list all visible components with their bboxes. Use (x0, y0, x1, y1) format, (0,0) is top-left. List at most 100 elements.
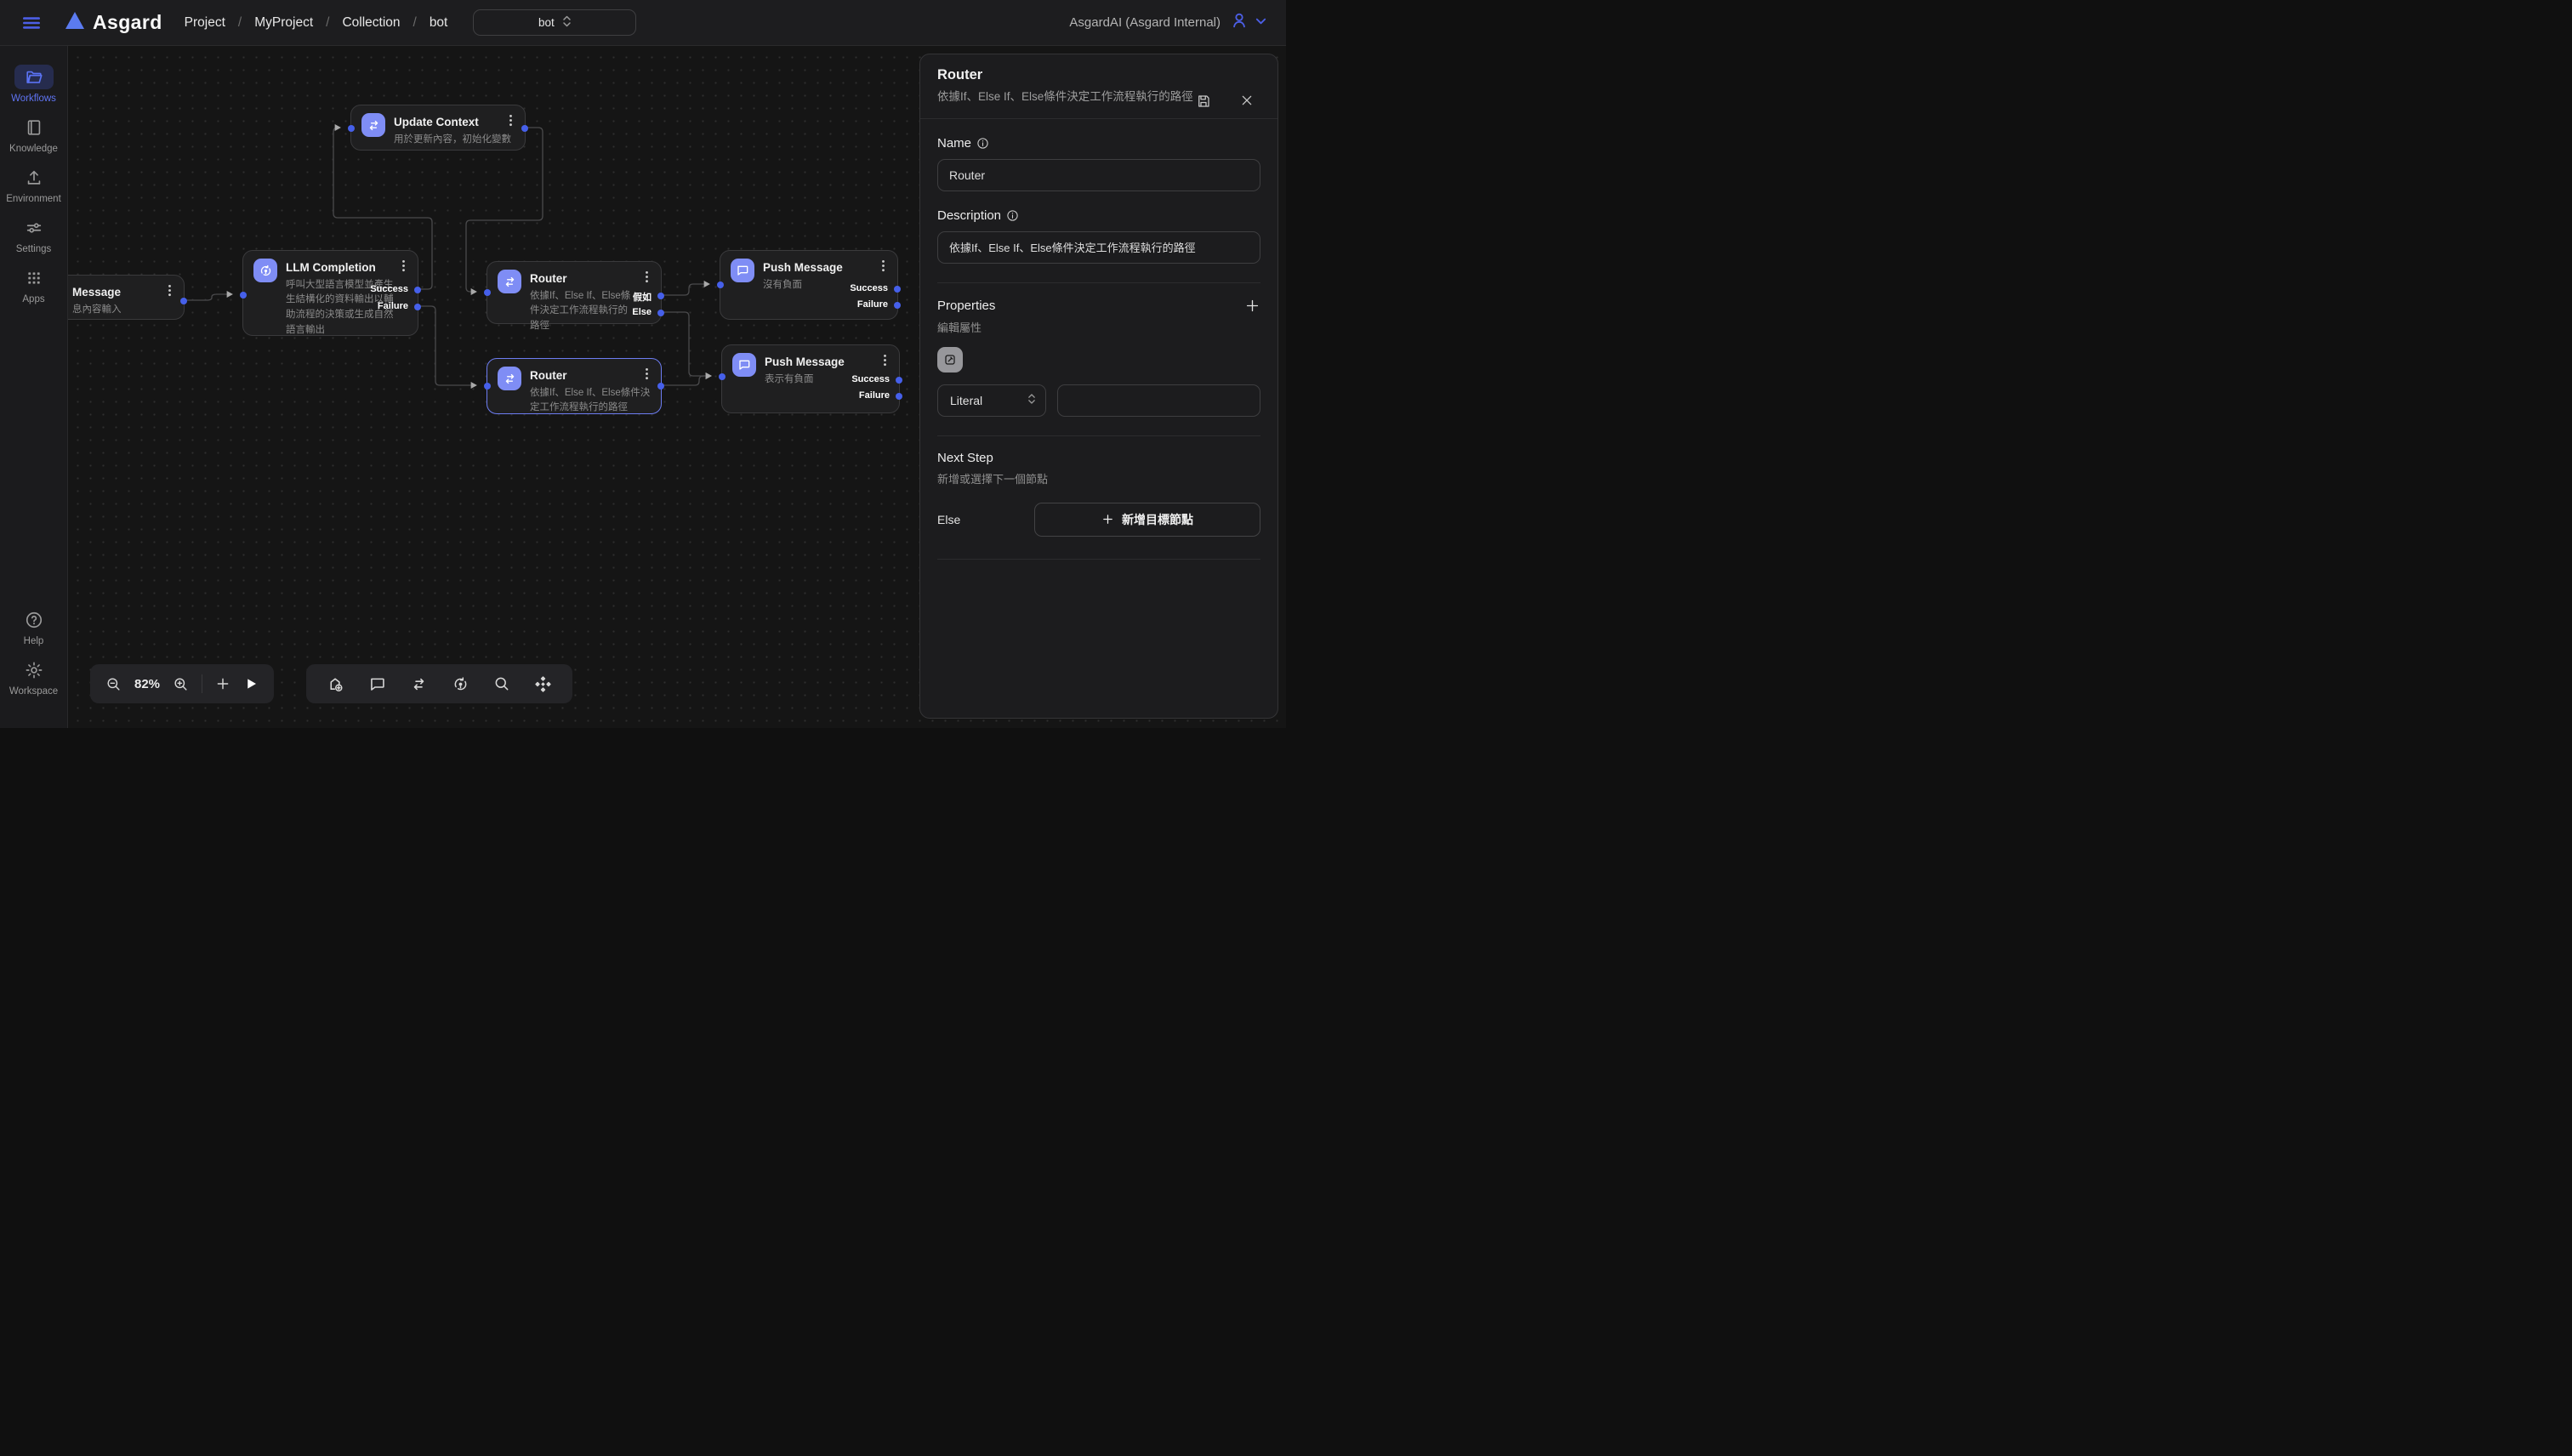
output-port-failure[interactable] (414, 304, 421, 310)
output-port-failure[interactable] (896, 393, 902, 400)
add-target-node-button[interactable]: 新增目標節點 (1034, 503, 1260, 537)
breadcrumb: Project / MyProject / Collection / bot (185, 15, 448, 31)
add-node-icon[interactable] (327, 675, 344, 693)
close-icon[interactable] (1240, 94, 1254, 111)
breadcrumb-bot[interactable]: bot (430, 15, 448, 31)
sidebar-item-label: Knowledge (9, 144, 58, 154)
brand[interactable]: Asgard (65, 11, 162, 34)
swap-arrows-icon (361, 113, 385, 137)
move-icon[interactable] (534, 675, 552, 693)
node-title: Push Message (765, 353, 845, 370)
output-port[interactable] (180, 298, 187, 304)
output-label-success: Success (850, 283, 888, 293)
input-port[interactable] (240, 292, 247, 299)
breadcrumb-collection[interactable]: Collection (342, 15, 400, 31)
sidebar-item-workspace[interactable]: Workspace (0, 657, 67, 697)
node-title: LLM Completion (286, 259, 395, 276)
node-menu-icon[interactable] (641, 367, 652, 384)
node-message[interactable]: Message 息內容輸入 (68, 275, 185, 320)
input-port[interactable] (348, 125, 355, 132)
node-router-2[interactable]: Router 依據If、Else If、Else條件決定工作流程執行的路徑 (487, 358, 662, 414)
sidebar-item-label: Workspace (9, 686, 58, 697)
edit-property-button[interactable] (937, 347, 963, 373)
property-value-input[interactable] (1057, 384, 1260, 417)
chevron-down-icon[interactable] (1255, 14, 1267, 31)
swap-arrows-icon[interactable] (410, 675, 428, 693)
panel-description: 依據If、Else If、Else條件決定工作流程執行的路徑 (937, 88, 1197, 106)
upload-icon (14, 165, 54, 190)
edge-message-to-llm (185, 294, 232, 300)
input-port[interactable] (717, 282, 724, 288)
zoom-level: 82% (134, 677, 160, 691)
node-title: Update Context (394, 113, 511, 130)
add-icon[interactable] (215, 676, 230, 691)
output-port[interactable] (521, 125, 528, 132)
add-property-icon[interactable] (1244, 298, 1260, 314)
node-desc: 沒有負面 (763, 278, 843, 293)
input-port[interactable] (484, 383, 491, 390)
llm-icon[interactable] (452, 675, 469, 693)
name-input[interactable]: Router (937, 159, 1260, 191)
sidebar-item-label: Workflows (11, 94, 56, 104)
sidebar-item-label: Settings (16, 244, 52, 254)
node-push-message-2[interactable]: Push Message 表示有負面 Success Failure (721, 344, 900, 413)
node-menu-icon[interactable] (641, 270, 652, 287)
workflow-select[interactable]: bot (473, 9, 636, 36)
sidebar-item-help[interactable]: Help (0, 607, 67, 646)
info-icon (1006, 209, 1019, 222)
node-update-context[interactable]: Update Context 用於更新內容，初始化變數 (350, 105, 526, 151)
divider (937, 282, 1260, 283)
node-config-panel: Router 依據If、Else If、Else條件決定工作流程執行的路徑 Na… (919, 54, 1278, 719)
property-type-select[interactable]: Literal (937, 384, 1046, 417)
user-icon[interactable] (1230, 11, 1249, 34)
sidebar-item-environment[interactable]: Environment (0, 165, 67, 204)
sidebar-item-apps[interactable]: Apps (0, 265, 67, 304)
output-port-success[interactable] (414, 287, 421, 293)
output-port[interactable] (657, 383, 664, 390)
run-icon[interactable] (243, 676, 259, 691)
breadcrumb-project[interactable]: Project (185, 15, 225, 31)
account-menu[interactable]: AsgardAI (Asgard Internal) (1069, 11, 1267, 34)
sidebar-item-knowledge[interactable]: Knowledge (0, 115, 67, 154)
select-updown-icon (1027, 393, 1036, 407)
description-input[interactable]: 依據If、Else If、Else條件決定工作流程執行的路徑 (937, 231, 1260, 264)
node-menu-icon[interactable] (505, 114, 516, 131)
node-title: Message (72, 283, 122, 300)
search-icon[interactable] (493, 675, 510, 692)
output-port-if[interactable] (657, 293, 664, 299)
zoom-out-icon[interactable] (105, 676, 122, 692)
edge-router1-else-to-push2 (662, 312, 711, 376)
app-root: Asgard Project / MyProject / Collection … (0, 0, 1286, 728)
node-llm-completion[interactable]: LLM Completion 呼叫大型語言模型並產生生結構化的資料輸出以輔助流程… (242, 250, 418, 336)
output-port-success[interactable] (896, 377, 902, 384)
description-label-row: Description (937, 208, 1260, 223)
chat-icon[interactable] (368, 675, 386, 693)
else-branch-label: Else (937, 513, 960, 526)
chat-icon (731, 259, 754, 282)
sidebar-item-label: Help (24, 636, 44, 646)
sidebar-item-workflows[interactable]: Workflows (0, 65, 67, 104)
output-port-success[interactable] (894, 286, 901, 293)
node-menu-icon[interactable] (164, 284, 175, 301)
node-desc: 依據If、Else If、Else條件決定工作流程執行的路徑 (530, 386, 651, 417)
input-port[interactable] (484, 289, 491, 296)
breadcrumb-myproject[interactable]: MyProject (254, 15, 313, 31)
output-port-else[interactable] (657, 310, 664, 316)
node-router-1[interactable]: Router 依據If、Else If、Else條件決定工作流程執行的路徑 假如… (487, 261, 662, 324)
node-menu-icon[interactable] (879, 354, 891, 371)
menu-icon[interactable] (19, 10, 44, 36)
input-port[interactable] (719, 373, 726, 380)
node-desc: 用於更新內容，初始化變數 (394, 133, 511, 148)
node-menu-icon[interactable] (398, 259, 409, 276)
node-menu-icon[interactable] (878, 259, 889, 276)
sidebar-item-label: Environment (6, 194, 61, 204)
output-port-failure[interactable] (894, 302, 901, 309)
name-label: Name (937, 136, 971, 151)
zoom-in-icon[interactable] (173, 676, 189, 692)
divider (937, 435, 1260, 436)
top-bar: Asgard Project / MyProject / Collection … (0, 0, 1286, 46)
brand-name: Asgard (93, 11, 162, 34)
sidebar-item-settings[interactable]: Settings (0, 215, 67, 254)
save-icon[interactable] (1196, 94, 1211, 113)
node-push-message-1[interactable]: Push Message 沒有負面 Success Failure (720, 250, 898, 320)
